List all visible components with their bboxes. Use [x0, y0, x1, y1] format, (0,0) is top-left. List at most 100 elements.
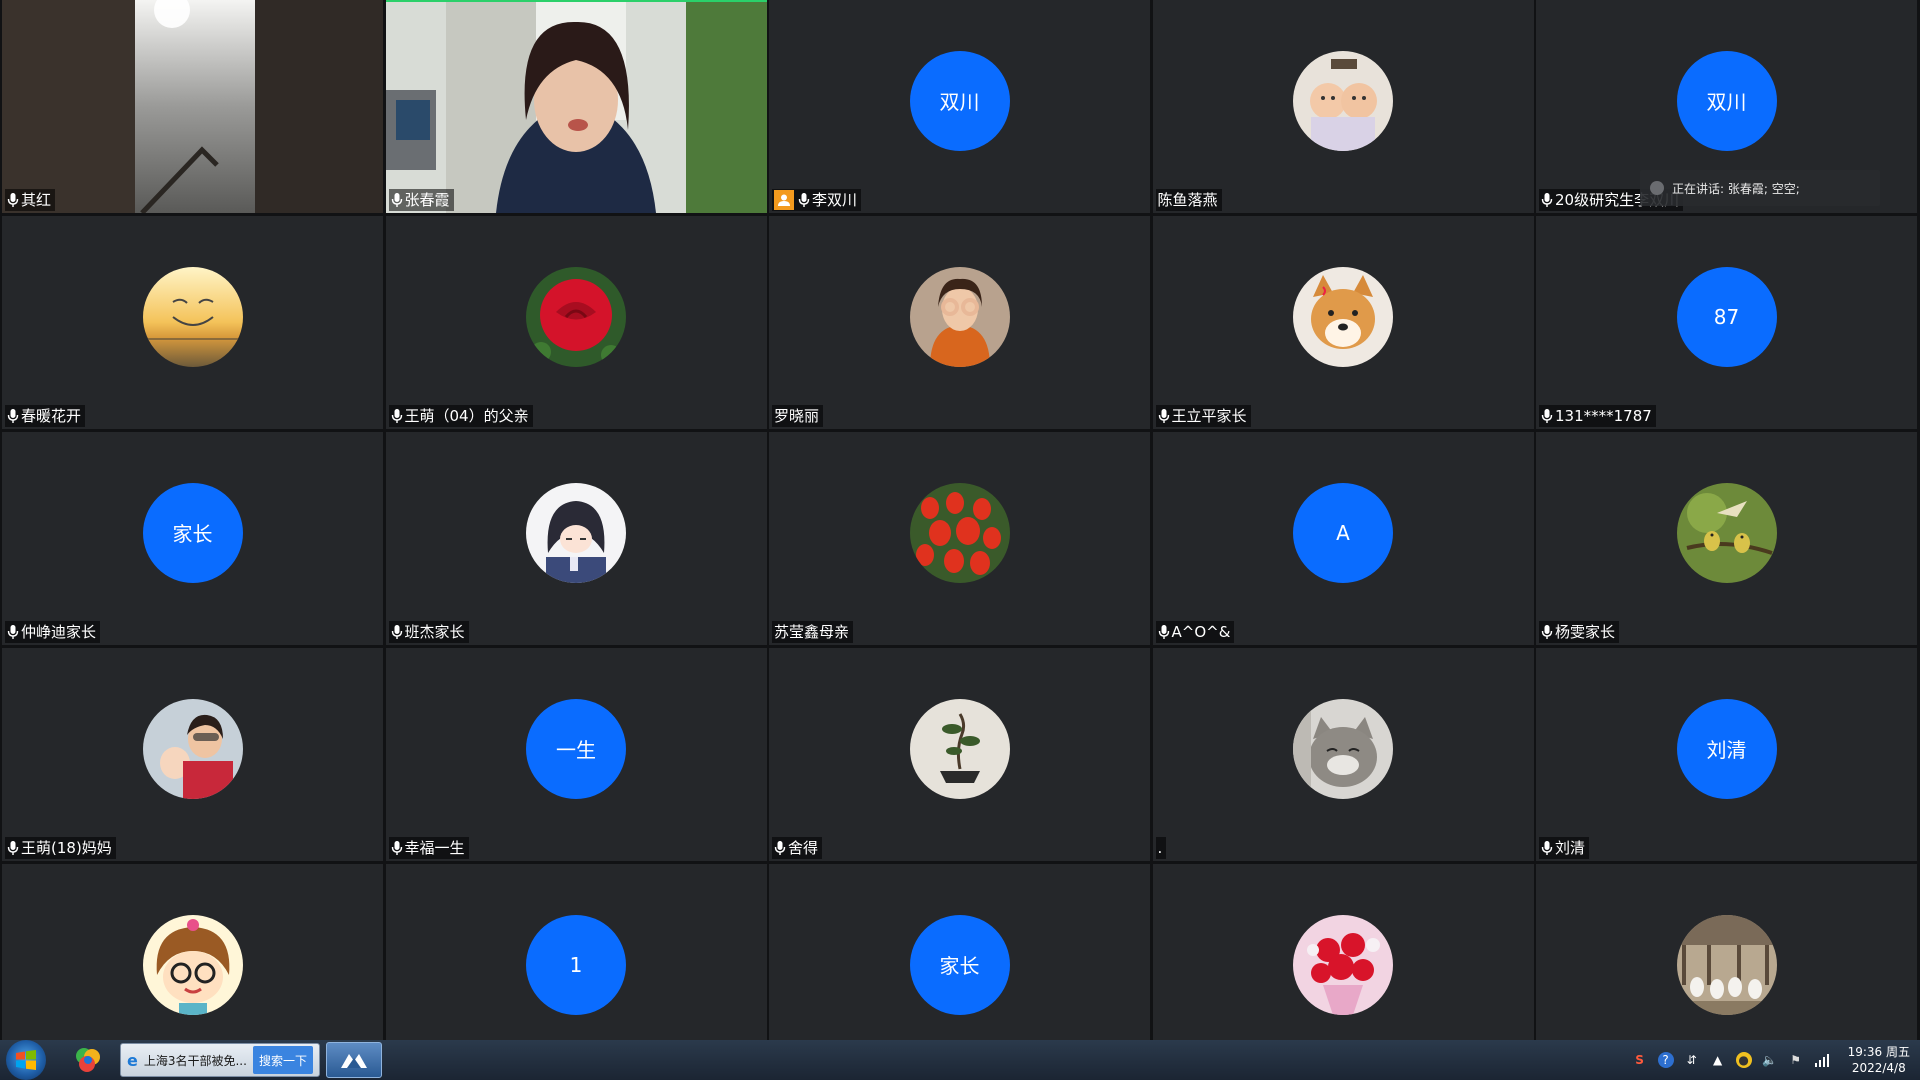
participant-name-bar: A^O^&	[1155, 621, 1235, 643]
participant-name-bar: 罗晓丽	[772, 405, 824, 427]
participant-name-bar: 王立平家长	[1155, 405, 1251, 427]
avatar-image	[909, 266, 1010, 367]
clock[interactable]: 19:36 周五 2022/4/8	[1848, 1044, 1910, 1076]
avatar-image	[142, 914, 243, 1015]
participant-name-bar: 王萌(18)妈妈	[5, 837, 116, 859]
participant-name: 罗晓丽	[774, 407, 820, 425]
participant-tile[interactable]: 家长仲峥迪家长	[2, 432, 383, 645]
speaking-text: 正在讲话: 张春霞; 空空;	[1672, 181, 1800, 196]
participant-name: 仲峥迪家长	[21, 623, 97, 641]
microphone-icon	[774, 840, 786, 856]
help-icon[interactable]: ?	[1657, 1052, 1674, 1068]
participant-tile[interactable]: 春暖花开	[2, 216, 383, 429]
start-button[interactable]	[6, 1040, 46, 1080]
taskbar-meeting-app[interactable]	[325, 1042, 382, 1078]
avatar-initials: A	[1293, 482, 1393, 583]
participant-name: 张春霞	[404, 191, 450, 209]
network-tray-icon[interactable]: ⇵	[1684, 1052, 1700, 1068]
show-hidden-icons[interactable]: ▲	[1710, 1052, 1726, 1068]
avatar-initials: 双川	[909, 50, 1010, 151]
participant-tile[interactable]: 王萌(18)妈妈	[2, 648, 383, 861]
participant-tile[interactable]: 班杰家长	[385, 432, 767, 645]
flag-icon[interactable]: ⚑	[1788, 1052, 1804, 1068]
microphone-icon	[1541, 408, 1553, 424]
signal-icon[interactable]	[1814, 1052, 1830, 1068]
participant-tile[interactable]: 罗晓丽	[769, 216, 1150, 429]
video-grid: 其红 张春霞 双川 李双川 陈鱼落燕 双川 20级研究生李双川 春暖花开 王萌（04）的父亲 罗晓…	[0, 0, 1920, 1077]
avatar-text: 1	[569, 952, 583, 977]
microphone-icon	[391, 624, 403, 640]
participant-name-bar: 刘清	[1539, 837, 1590, 859]
sogou-icon[interactable]: S	[1632, 1052, 1648, 1068]
participant-tile[interactable]: 双川李双川	[769, 0, 1150, 213]
participant-name: 王萌(18)妈妈	[21, 839, 112, 857]
avatar-text: A	[1336, 520, 1350, 545]
participant-tile[interactable]: 其红	[2, 0, 383, 213]
microphone-icon	[7, 624, 19, 640]
avatar-text: 87	[1713, 304, 1740, 329]
avatar-initials: 一生	[526, 698, 626, 799]
taskbar-browser-window[interactable]: e 上海3名干部被免... 搜索一下	[120, 1043, 320, 1077]
avatar-image	[1293, 266, 1393, 367]
participant-tile[interactable]: 王萌（04）的父亲	[385, 216, 767, 429]
participant-name-bar: 班杰家长	[388, 621, 469, 643]
avatar-initials: 家长	[142, 482, 243, 583]
avatar-image	[526, 266, 626, 367]
participant-tile[interactable]: 苏莹鑫母亲	[769, 432, 1150, 645]
microphone-icon	[1541, 624, 1553, 640]
participant-name: 陈鱼落燕	[1157, 191, 1218, 209]
avatar-image	[142, 266, 243, 367]
browser-window-title: 上海3名干部被免...	[143, 1053, 247, 1068]
participant-name: 王立平家长	[1171, 407, 1247, 425]
participant-tile[interactable]: 刘清 刘清	[1536, 648, 1917, 861]
participant-tile[interactable]: A A^O^&	[1152, 432, 1534, 645]
avatar-image	[909, 482, 1010, 583]
participant-video	[385, 0, 767, 213]
windows-logo-icon	[16, 1050, 36, 1070]
participant-name: 幸福一生	[404, 839, 465, 857]
participant-tile[interactable]: 王立平家长	[1152, 216, 1534, 429]
avatar-text: 双川	[939, 90, 980, 114]
participant-name: 舍得	[788, 839, 819, 857]
participant-tile[interactable]: 一生幸福一生	[385, 648, 767, 861]
microphone-icon	[1541, 192, 1553, 208]
participant-tile[interactable]: 陈鱼落燕	[1152, 0, 1534, 213]
participant-tile[interactable]: 杨雯家长	[1536, 432, 1917, 645]
meeting-app-icon	[340, 1054, 367, 1068]
avatar-image	[1293, 50, 1393, 151]
avatar-image	[1293, 698, 1393, 799]
microphone-icon	[391, 840, 403, 856]
taskbar-app-360-icon[interactable]	[68, 1042, 108, 1078]
avatar-image	[1676, 482, 1777, 583]
avatar-text: 双川	[1706, 90, 1747, 114]
microphone-icon	[391, 408, 403, 424]
participant-name: 春暖花开	[21, 407, 82, 425]
participant-name: 王萌（04）的父亲	[404, 407, 529, 425]
volume-icon[interactable]: 🔈	[1762, 1052, 1778, 1068]
avatar-image	[1293, 914, 1393, 1015]
microphone-icon	[7, 408, 19, 424]
participant-tile[interactable]: 舍得	[769, 648, 1150, 861]
participant-name-bar: 杨雯家长	[1539, 621, 1620, 643]
speaker-icon	[1650, 181, 1664, 195]
avatar-initials: 双川	[1676, 50, 1777, 151]
participant-tile[interactable]: .	[1152, 648, 1534, 861]
participant-name: 班杰家长	[404, 623, 465, 641]
avatar-image	[1676, 914, 1777, 1015]
participant-tile[interactable]: 87 131****1787	[1536, 216, 1917, 429]
participant-name-bar: 张春霞	[388, 189, 454, 211]
participant-name-bar: 李双川	[772, 189, 862, 211]
participant-name: 李双川	[812, 191, 858, 209]
avatar-text: 家长	[939, 954, 980, 978]
avatar-initials: 家长	[909, 914, 1010, 1015]
participant-name: 杨雯家长	[1555, 623, 1616, 641]
microphone-icon	[798, 192, 810, 208]
participant-name-bar: 幸福一生	[388, 837, 469, 859]
participant-tile[interactable]: 张春霞	[385, 0, 767, 213]
speaking-banner: 正在讲话: 张春霞; 空空;	[1640, 170, 1880, 206]
search-button[interactable]: 搜索一下	[252, 1046, 313, 1074]
participant-name: 131****1787	[1555, 407, 1652, 425]
microphone-icon	[7, 192, 19, 208]
microphone-icon	[1541, 840, 1553, 856]
security-tray-icon[interactable]: ●	[1735, 1052, 1752, 1068]
